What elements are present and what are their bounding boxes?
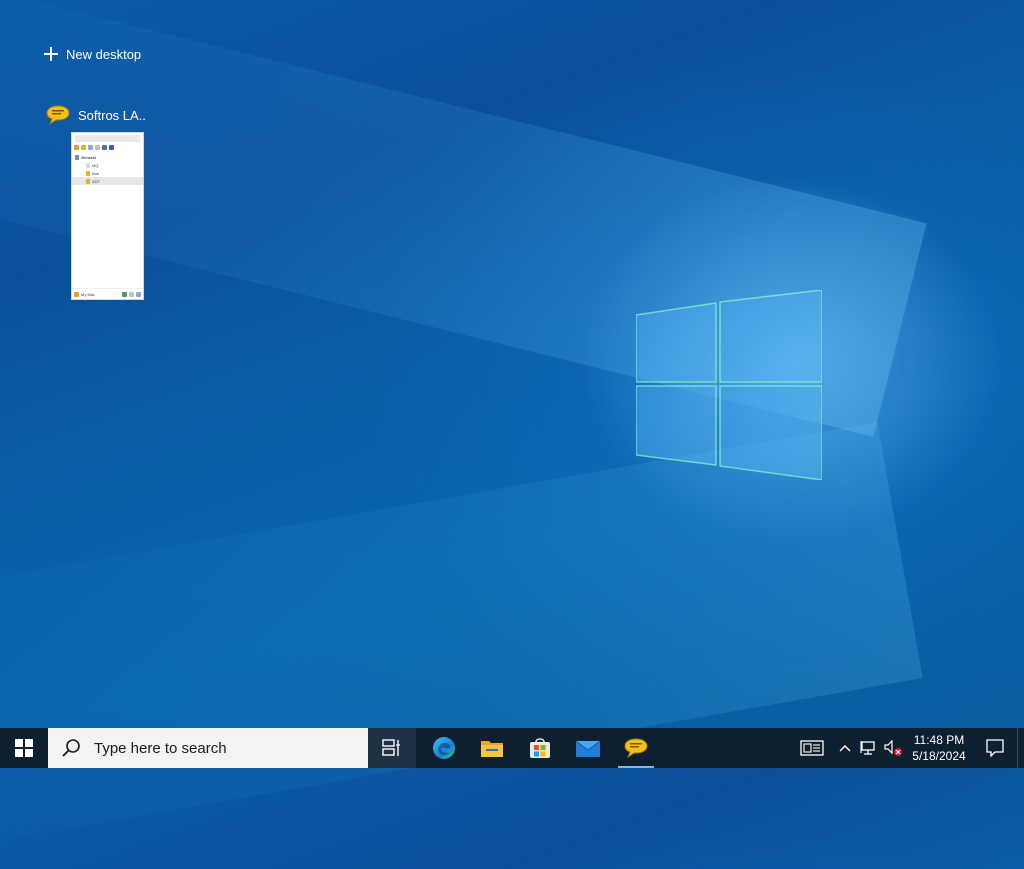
volume-muted-icon xyxy=(884,740,902,756)
show-hidden-icons-button[interactable] xyxy=(833,728,857,768)
preview-user-label: Bob xyxy=(92,170,100,176)
windows-start-icon xyxy=(15,739,33,757)
speech-bubble-icon xyxy=(46,105,70,126)
network-icon xyxy=(860,741,875,755)
preview-user-row: MQ xyxy=(72,161,143,169)
speech-bubble-icon xyxy=(624,738,648,759)
taskbar-clock[interactable]: 11:48 PM 5/18/2024 xyxy=(905,732,973,764)
preview-user-label: ADT xyxy=(92,178,100,184)
mail-taskbar-button[interactable] xyxy=(564,728,612,768)
start-button[interactable] xyxy=(0,728,48,768)
taskbar-search-box[interactable]: Type here to search xyxy=(48,728,368,768)
action-center-button[interactable] xyxy=(973,728,1017,768)
chevron-up-icon xyxy=(839,745,851,752)
window-thumbnail[interactable]: Softros LA.. General MQ Bob ADT My Mac xyxy=(46,102,156,300)
mail-icon xyxy=(575,740,601,757)
new-desktop-label: New desktop xyxy=(66,46,142,62)
window-thumbnail-header: Softros LA.. xyxy=(46,102,156,128)
news-icon xyxy=(800,740,824,756)
store-icon xyxy=(530,738,550,758)
file-explorer-taskbar-button[interactable] xyxy=(468,728,516,768)
clock-time: 11:48 PM xyxy=(913,733,965,747)
softros-taskbar-button[interactable] xyxy=(612,728,660,768)
volume-tray-button[interactable] xyxy=(881,728,905,768)
preview-status-label: My Mac xyxy=(81,291,95,297)
task-view-icon xyxy=(382,739,400,756)
window-preview[interactable]: General MQ Bob ADT My Mac xyxy=(71,132,144,300)
edge-taskbar-button[interactable] xyxy=(420,728,468,768)
system-tray: 11:48 PM 5/18/2024 xyxy=(791,728,1024,768)
store-taskbar-button[interactable] xyxy=(516,728,564,768)
window-title: Softros LA.. xyxy=(78,107,146,123)
edge-icon xyxy=(433,737,455,759)
new-desktop-button[interactable]: New desktop xyxy=(44,43,141,65)
news-widget-button[interactable] xyxy=(791,728,833,768)
folder-icon xyxy=(481,741,503,757)
taskbar: Type here to search 11:48 PM 5/18/2024 xyxy=(0,728,1024,768)
search-placeholder: Type here to search xyxy=(94,739,227,757)
preview-user-row: ADT xyxy=(72,177,143,185)
show-desktop-button[interactable] xyxy=(1017,728,1024,768)
plus-icon xyxy=(44,47,58,61)
task-view-button[interactable] xyxy=(368,728,416,768)
wallpaper-light-beam xyxy=(0,421,923,869)
windows-logo-wallpaper xyxy=(636,290,822,480)
clock-date: 5/18/2024 xyxy=(912,749,966,763)
preview-toolbar xyxy=(74,145,141,150)
preview-group-label: General xyxy=(81,154,96,160)
preview-user-row: Bob xyxy=(72,169,143,177)
preview-group-row: General xyxy=(72,153,143,161)
network-tray-button[interactable] xyxy=(857,728,881,768)
preview-titlebar xyxy=(75,135,140,142)
preview-user-label: MQ xyxy=(92,162,99,168)
preview-statusbar: My Mac xyxy=(72,288,143,299)
notification-icon xyxy=(986,739,1004,757)
search-icon xyxy=(62,739,80,757)
